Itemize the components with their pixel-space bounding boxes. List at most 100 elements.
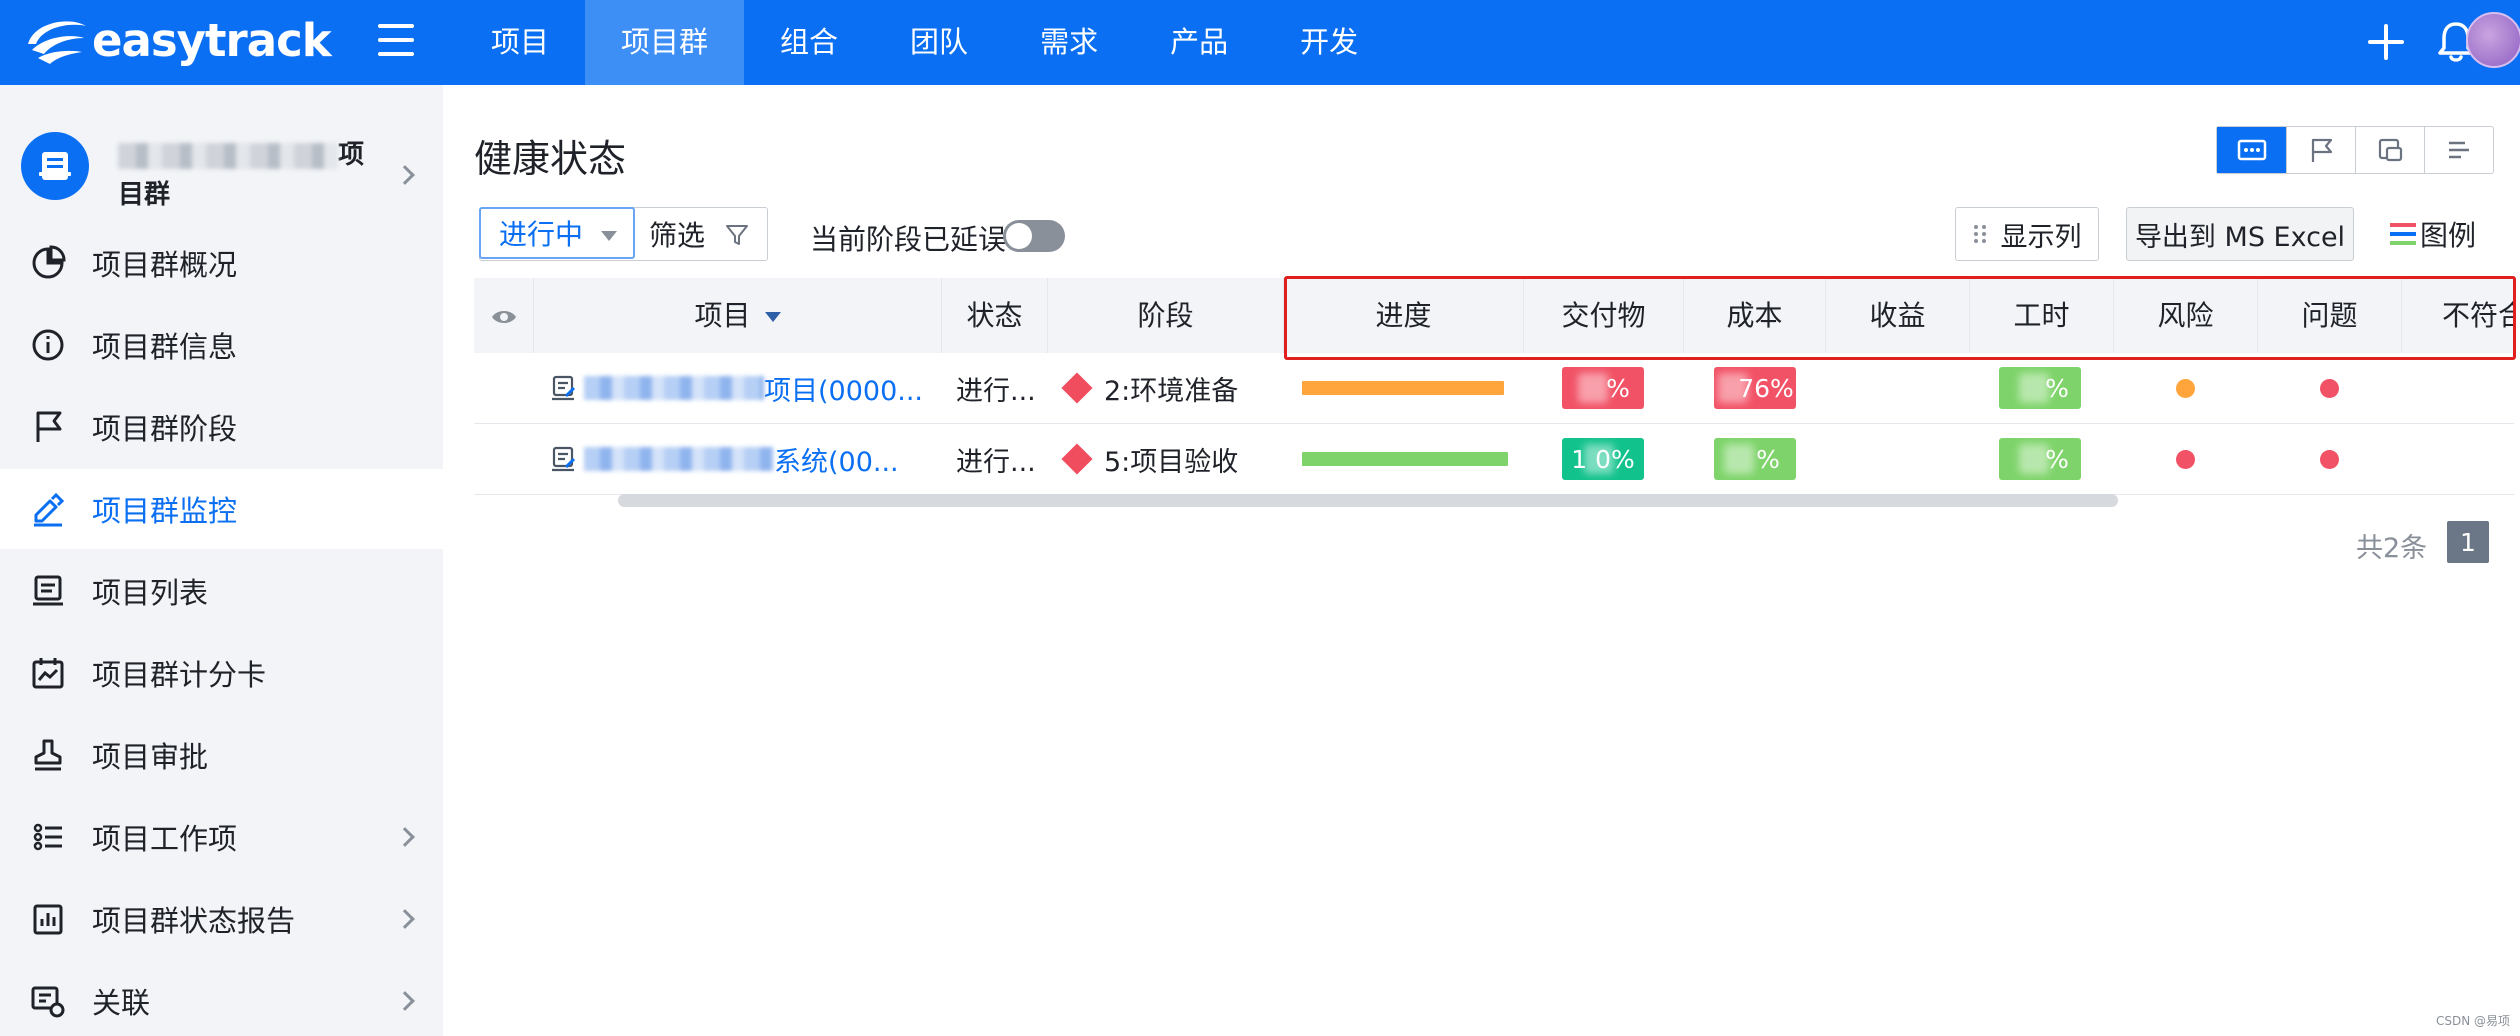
- filter-button[interactable]: 筛选: [635, 208, 767, 260]
- issue-cell: [2320, 424, 2350, 494]
- info-icon: [32, 329, 64, 361]
- table-row: 系统(00... 进行... 5:项目验收 1 0% % %: [474, 424, 2514, 495]
- task-list-icon: [33, 823, 62, 851]
- header-progress[interactable]: 进度: [1284, 278, 1524, 353]
- sidebar-item-label: 项目群计分卡: [92, 658, 267, 692]
- progress-cell: [1302, 353, 1512, 423]
- view-switcher: [2216, 126, 2494, 174]
- sidebar-item-label: 项目群信息: [92, 330, 238, 364]
- export-excel-button[interactable]: 导出到 MS Excel: [2126, 207, 2354, 261]
- sort-desc-icon[interactable]: [764, 312, 781, 322]
- deliverables-value: %: [1606, 373, 1630, 403]
- logo[interactable]: easytrack: [22, 10, 332, 70]
- sidebar: 项 目群 项目群概况 项目群信息 项目群阶段 项目群监控 项目列表 项目群计分卡…: [0, 85, 443, 1036]
- progress-cell: [1302, 424, 1512, 494]
- pager-page-button[interactable]: 1: [2447, 521, 2489, 563]
- header-project[interactable]: 项目: [534, 278, 942, 353]
- project-cell[interactable]: 系统(00...: [550, 424, 940, 494]
- sidebar-item-monitor[interactable]: 项目群监控: [0, 469, 443, 549]
- top-navigation-bar: easytrack 项目 项目群 组合 团队 需求 产品 开发: [0, 0, 2520, 85]
- header-nonconformance[interactable]: 不符合: [2402, 278, 2514, 353]
- report-icon: [33, 904, 63, 935]
- nav-item-projects[interactable]: 项目: [455, 0, 585, 85]
- sidebar-item-overview[interactable]: 项目群概况: [0, 223, 443, 303]
- project-icon: [552, 375, 576, 401]
- watermark: CSDN @易项: [2436, 1014, 2511, 1028]
- delay-toggle[interactable]: [1003, 220, 1065, 252]
- hours-badge[interactable]: %: [1999, 438, 2081, 480]
- sidebar-item-project-list[interactable]: 项目列表: [0, 551, 443, 631]
- stage-label: 2:环境准备: [1104, 375, 1239, 407]
- gantt-icon: [2449, 141, 2469, 159]
- nav-item-products[interactable]: 产品: [1134, 0, 1264, 85]
- table-view-icon: [2237, 139, 2266, 161]
- nav-item-portfolios[interactable]: 组合: [744, 0, 874, 85]
- nav-item-teams[interactable]: 团队: [874, 0, 1004, 85]
- status-cell: 进行...: [956, 446, 1036, 478]
- stage-label: 5:项目验收: [1104, 446, 1239, 478]
- sidebar-item-relations[interactable]: 关联: [0, 961, 443, 1036]
- risk-status-dot[interactable]: [2176, 378, 2195, 398]
- header-cost[interactable]: 成本: [1684, 278, 1826, 353]
- stage-diamond-icon: [1061, 443, 1093, 475]
- logo-icon: [28, 21, 86, 64]
- stage-diamond-icon: [1061, 372, 1093, 404]
- risk-status-dot[interactable]: [2176, 449, 2195, 469]
- column-visibility-toggle[interactable]: [474, 278, 534, 353]
- header-hours[interactable]: 工时: [1970, 278, 2114, 353]
- header-risk[interactable]: 风险: [2114, 278, 2258, 353]
- funnel-icon: [726, 225, 748, 245]
- show-columns-label: 显示列: [2000, 221, 2082, 253]
- show-columns-button[interactable]: 显示列: [1955, 207, 2099, 261]
- building-icon: [39, 152, 71, 180]
- logo-text: easytrack: [92, 13, 332, 67]
- view-table-button[interactable]: [2217, 127, 2286, 173]
- page-title: 健康状态: [474, 137, 627, 181]
- view-gantt-button[interactable]: [2424, 127, 2493, 173]
- cost-badge[interactable]: 76%: [1714, 367, 1796, 409]
- nav-item-programs[interactable]: 项目群: [585, 0, 745, 85]
- hamburger-icon-line: [378, 38, 414, 42]
- program-header[interactable]: 项 目群: [0, 105, 443, 225]
- legend-button[interactable]: 图例: [2390, 214, 2476, 254]
- nav-item-development[interactable]: 开发: [1264, 0, 1394, 85]
- sidebar-item-scorecard[interactable]: 项目群计分卡: [0, 633, 443, 713]
- deliverables-badge[interactable]: %: [1562, 367, 1644, 409]
- cost-badge[interactable]: %: [1714, 438, 1796, 480]
- main-nav: 项目 项目群 组合 团队 需求 产品 开发: [455, 0, 1394, 85]
- monitor-icon: [34, 492, 65, 527]
- table-header: 项目 状态 阶段 进度 交付物 成本 收益 工时 风险 问题 不符合: [474, 278, 2514, 353]
- header-issue[interactable]: 问题: [2258, 278, 2402, 353]
- hours-badge[interactable]: %: [1999, 367, 2081, 409]
- sidebar-item-stages[interactable]: 项目群阶段: [0, 387, 443, 467]
- horizontal-scrollbar[interactable]: [618, 494, 2118, 507]
- user-avatar[interactable]: [2466, 12, 2520, 68]
- sidebar-item-info[interactable]: 项目群信息: [0, 305, 443, 385]
- sidebar-item-work-items[interactable]: 项目工作项: [0, 797, 443, 877]
- project-cell[interactable]: 项目(0000...: [550, 353, 940, 423]
- view-card-button[interactable]: [2355, 127, 2424, 173]
- redacted-text: [584, 447, 774, 471]
- header-status[interactable]: 状态: [942, 278, 1048, 353]
- progress-bar: [1302, 381, 1504, 395]
- status-select[interactable]: 进行中: [479, 207, 635, 259]
- project-link[interactable]: 项目(0000...: [764, 369, 923, 408]
- redacted-text: [584, 376, 764, 400]
- add-icon[interactable]: [2366, 22, 2406, 62]
- sidebar-item-status-report[interactable]: 项目群状态报告: [0, 879, 443, 959]
- sidebar-item-approval[interactable]: 项目审批: [0, 715, 443, 795]
- header-deliverables[interactable]: 交付物: [1524, 278, 1684, 353]
- deliverables-badge[interactable]: 1 0%: [1562, 438, 1644, 480]
- header-stage[interactable]: 阶段: [1048, 278, 1284, 353]
- header-benefit[interactable]: 收益: [1826, 278, 1970, 353]
- issue-status-dot[interactable]: [2320, 378, 2339, 398]
- nav-item-requirements[interactable]: 需求: [1004, 0, 1134, 85]
- deliverables-cell: %: [1562, 353, 1662, 423]
- sidebar-item-label: 项目群状态报告: [92, 904, 296, 938]
- project-link[interactable]: 系统(00...: [774, 440, 899, 479]
- view-milestone-button[interactable]: [2286, 127, 2355, 173]
- deliverables-cell: 1 0%: [1562, 424, 1662, 494]
- sidebar-item-label: 项目群阶段: [92, 412, 238, 446]
- menu-toggle-button[interactable]: [378, 24, 414, 56]
- issue-status-dot[interactable]: [2320, 449, 2339, 469]
